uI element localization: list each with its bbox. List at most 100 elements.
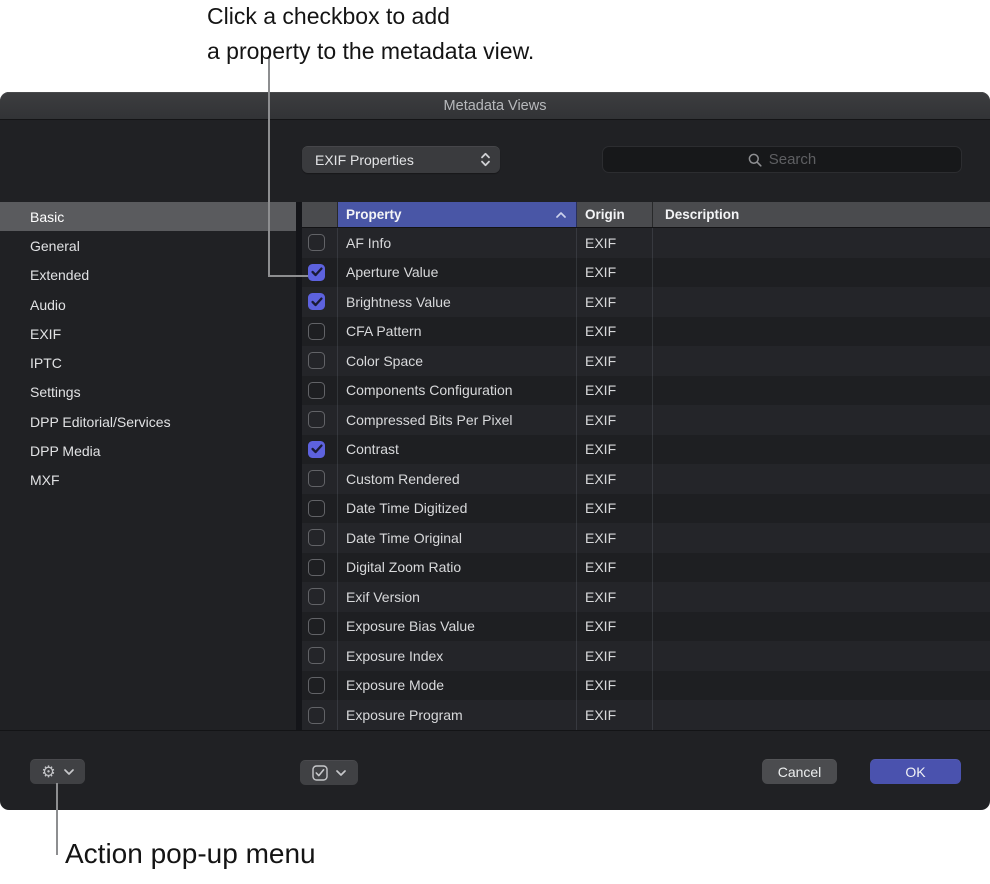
chevron-up-down-icon <box>480 152 491 167</box>
row-checkbox[interactable] <box>308 264 325 281</box>
row-checkbox[interactable] <box>308 470 325 487</box>
row-checkbox[interactable] <box>308 529 325 546</box>
search-icon <box>748 153 762 167</box>
row-checkbox[interactable] <box>308 411 325 428</box>
column-header-origin-label: Origin <box>585 207 625 222</box>
sidebar-item-extended[interactable]: Extended <box>0 261 296 290</box>
sidebar-item-label: IPTC <box>30 355 62 371</box>
table-row[interactable]: Exposure Index EXIF <box>302 641 990 671</box>
table-row[interactable]: Exposure Bias Value EXIF <box>302 612 990 642</box>
sidebar-item-exif[interactable]: EXIF <box>0 319 296 348</box>
sidebar-item-general[interactable]: General <box>0 231 296 260</box>
row-checkbox[interactable] <box>308 677 325 694</box>
origin-cell: EXIF <box>585 382 616 398</box>
origin-cell: EXIF <box>585 500 616 516</box>
origin-cell: EXIF <box>585 441 616 457</box>
sidebar-item-dpp-media[interactable]: DPP Media <box>0 436 296 465</box>
row-checkbox[interactable] <box>308 707 325 724</box>
origin-cell: EXIF <box>585 471 616 487</box>
column-header-origin[interactable]: Origin <box>577 202 653 227</box>
sidebar-item-label: EXIF <box>30 326 61 342</box>
metadata-view-popup[interactable]: EXIF Properties <box>302 146 500 173</box>
checkmark-icon <box>311 444 323 454</box>
property-cell: Date Time Digitized <box>346 500 467 516</box>
sidebar-item-iptc[interactable]: IPTC <box>0 348 296 377</box>
sort-ascending-icon <box>556 212 566 218</box>
row-checkbox[interactable] <box>308 588 325 605</box>
chevron-down-icon <box>336 770 346 776</box>
table-row[interactable]: Exposure Mode EXIF <box>302 671 990 701</box>
table-row[interactable]: AF Info EXIF <box>302 228 990 258</box>
row-checkbox[interactable] <box>308 618 325 635</box>
gear-icon: ⚙ <box>41 764 55 780</box>
table-row[interactable]: Date Time Digitized EXIF <box>302 494 990 524</box>
table-row[interactable]: Exposure Program EXIF <box>302 700 990 730</box>
titlebar[interactable]: Metadata Views <box>0 92 990 120</box>
sidebar-item-label: DPP Editorial/Services <box>30 414 171 430</box>
table-body: AF Info EXIF Aperture Value EXIF Brightn… <box>302 228 990 730</box>
table-row[interactable]: Exif Version EXIF <box>302 582 990 612</box>
metadata-views-dialog: Metadata Views EXIF Properties Search Ba… <box>0 92 990 810</box>
origin-cell: EXIF <box>585 353 616 369</box>
cancel-button-label: Cancel <box>778 764 822 780</box>
table-row[interactable]: Brightness Value EXIF <box>302 287 990 317</box>
cancel-button[interactable]: Cancel <box>762 759 837 784</box>
row-checkbox[interactable] <box>308 352 325 369</box>
sidebar-item-label: General <box>30 238 80 254</box>
action-popup-button[interactable]: ⚙ <box>30 759 85 784</box>
sidebar-item-label: Basic <box>30 209 64 225</box>
origin-cell: EXIF <box>585 677 616 693</box>
table-row[interactable]: Contrast EXIF <box>302 435 990 465</box>
row-checkbox[interactable] <box>308 559 325 576</box>
column-header-description[interactable]: Description <box>653 202 990 227</box>
table-row[interactable]: Custom Rendered EXIF <box>302 464 990 494</box>
table-row[interactable]: Date Time Original EXIF <box>302 523 990 553</box>
property-cell: Exposure Mode <box>346 677 444 693</box>
table-row[interactable]: CFA Pattern EXIF <box>302 317 990 347</box>
row-checkbox[interactable] <box>308 441 325 458</box>
annotation-top-line2: a property to the metadata view. <box>207 34 534 69</box>
property-cell: Color Space <box>346 353 423 369</box>
sidebar: Basic General Extended Audio EXIF IPTC S… <box>0 202 296 730</box>
sidebar-item-mxf[interactable]: MXF <box>0 466 296 495</box>
property-cell: Brightness Value <box>346 294 451 310</box>
table-row[interactable]: Color Space EXIF <box>302 346 990 376</box>
metadata-view-popup-value: EXIF Properties <box>315 152 480 168</box>
row-checkbox[interactable] <box>308 323 325 340</box>
search-input[interactable]: Search <box>602 146 962 173</box>
table-row[interactable]: Aperture Value EXIF <box>302 258 990 288</box>
sidebar-item-settings[interactable]: Settings <box>0 378 296 407</box>
row-checkbox[interactable] <box>308 500 325 517</box>
origin-cell: EXIF <box>585 264 616 280</box>
origin-cell: EXIF <box>585 412 616 428</box>
origin-cell: EXIF <box>585 235 616 251</box>
property-cell: Components Configuration <box>346 382 513 398</box>
property-cell: CFA Pattern <box>346 323 421 339</box>
property-cell: Custom Rendered <box>346 471 460 487</box>
origin-cell: EXIF <box>585 559 616 575</box>
sidebar-item-audio[interactable]: Audio <box>0 290 296 319</box>
origin-cell: EXIF <box>585 618 616 634</box>
ok-button[interactable]: OK <box>870 759 961 784</box>
row-checkbox[interactable] <box>308 647 325 664</box>
property-cell: AF Info <box>346 235 391 251</box>
table-row[interactable]: Compressed Bits Per Pixel EXIF <box>302 405 990 435</box>
checkmark-icon <box>311 267 323 277</box>
checkbox-popup-button[interactable] <box>300 760 358 785</box>
annotation-connector-bottom <box>56 783 58 855</box>
row-checkbox[interactable] <box>308 293 325 310</box>
annotation-connector-top-horizontal <box>268 275 308 277</box>
sidebar-item-dpp-editorial-services[interactable]: DPP Editorial/Services <box>0 407 296 436</box>
row-checkbox[interactable] <box>308 382 325 399</box>
table-row[interactable]: Components Configuration EXIF <box>302 376 990 406</box>
sidebar-item-label: Settings <box>30 384 81 400</box>
table-row[interactable]: Digital Zoom Ratio EXIF <box>302 553 990 583</box>
column-header-property[interactable]: Property <box>338 202 577 227</box>
search-placeholder: Search <box>769 151 817 168</box>
sidebar-item-basic[interactable]: Basic <box>0 202 296 231</box>
column-header-checkbox[interactable] <box>302 202 338 227</box>
property-cell: Exif Version <box>346 589 420 605</box>
row-checkbox[interactable] <box>308 234 325 251</box>
property-cell: Exposure Index <box>346 648 443 664</box>
sidebar-item-label: DPP Media <box>30 443 101 459</box>
